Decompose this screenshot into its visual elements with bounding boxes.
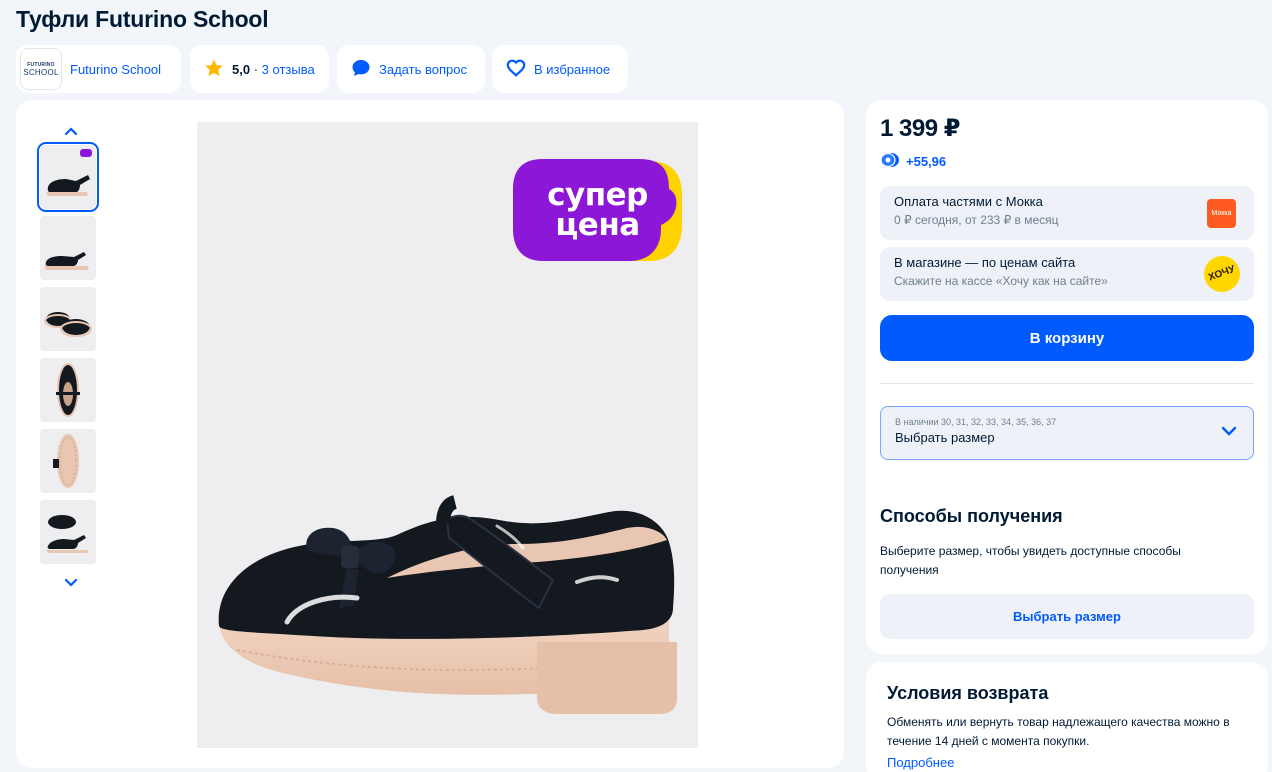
brand-link[interactable]: FUTURINO SCHOOL Futurino School xyxy=(16,45,181,93)
divider xyxy=(880,383,1254,384)
returns-more-link[interactable]: Подробнее xyxy=(887,755,954,770)
bonus-points[interactable]: +55,96 xyxy=(880,152,946,171)
heart-icon xyxy=(506,58,526,81)
star-icon xyxy=(204,58,224,81)
price: 1 399 ₽ xyxy=(880,115,960,142)
bonus-coin-icon xyxy=(880,152,900,171)
product-gallery: супер цена xyxy=(16,100,844,768)
installments-box[interactable]: Оплата частями с Мокка 0 ₽ сегодня, от 2… xyxy=(880,186,1254,240)
thumbnails-up-chevron-icon[interactable] xyxy=(60,120,82,142)
sizes-available: В наличии 30, 31, 32, 33, 34, 35, 36, 37 xyxy=(895,417,1057,427)
chat-bubble-icon xyxy=(351,58,371,81)
installments-subtitle: 0 ₽ сегодня, от 233 ₽ в месяц xyxy=(894,213,1059,227)
favorites-button[interactable]: В избранное xyxy=(492,45,628,93)
ask-question-label: Задать вопрос xyxy=(379,61,467,77)
ask-question-button[interactable]: Задать вопрос xyxy=(337,45,485,93)
thumbnail-4[interactable] xyxy=(40,358,96,422)
store-price-box[interactable]: В магазине — по ценам сайта Скажите на к… xyxy=(880,247,1254,301)
delivery-title: Способы получения xyxy=(880,506,1063,526)
brand-name: Futurino School xyxy=(70,61,162,77)
thumbnails-down-chevron-icon[interactable] xyxy=(60,572,82,594)
product-title: Туфли Futurino School xyxy=(16,6,269,32)
favorites-label: В избранное xyxy=(534,61,611,77)
thumbnail-5[interactable] xyxy=(40,429,96,493)
reviews-count: 3 отзыва xyxy=(261,61,315,77)
returns-title: Условия возврата xyxy=(887,683,1049,703)
buy-card: 1 399 ₽ +55,96 Оплата частями с Мокка 0 … xyxy=(866,100,1268,654)
returns-card: Условия возврата Обменять или вернуть то… xyxy=(866,662,1268,772)
store-price-subtitle: Скажите на кассе «Хочу как на сайте» xyxy=(894,274,1108,288)
main-product-image[interactable]: супер цена xyxy=(197,122,698,748)
rating-link[interactable]: 5,0 · 3 отзыва xyxy=(190,45,329,93)
add-to-cart-button[interactable]: В корзину xyxy=(880,315,1254,361)
thumbnail-1[interactable] xyxy=(37,142,99,212)
size-select[interactable]: В наличии 30, 31, 32, 33, 34, 35, 36, 37… xyxy=(880,406,1254,460)
thumbnail-3[interactable] xyxy=(40,287,96,351)
thumbnail-6[interactable] xyxy=(40,500,96,564)
store-price-title: В магазине — по ценам сайта xyxy=(894,255,1076,270)
brand-logo: FUTURINO SCHOOL xyxy=(20,48,62,90)
shoe-illustration xyxy=(218,495,677,714)
thumbnail-2[interactable] xyxy=(40,216,96,280)
delivery-note: Выберите размер, чтобы увидеть доступные… xyxy=(880,544,1181,577)
size-select-label: Выбрать размер xyxy=(895,430,995,445)
installments-title: Оплата частями с Мокка xyxy=(894,194,1043,209)
chevron-down-icon xyxy=(1221,423,1237,441)
returns-note: Обменять или вернуть товар надлежащего к… xyxy=(887,715,1230,748)
mokka-logo: Мокка xyxy=(1207,199,1236,228)
rating-value: 5,0 xyxy=(232,61,251,77)
choose-size-button[interactable]: Выбрать размер xyxy=(880,594,1254,639)
bonus-value: +55,96 xyxy=(906,154,947,169)
